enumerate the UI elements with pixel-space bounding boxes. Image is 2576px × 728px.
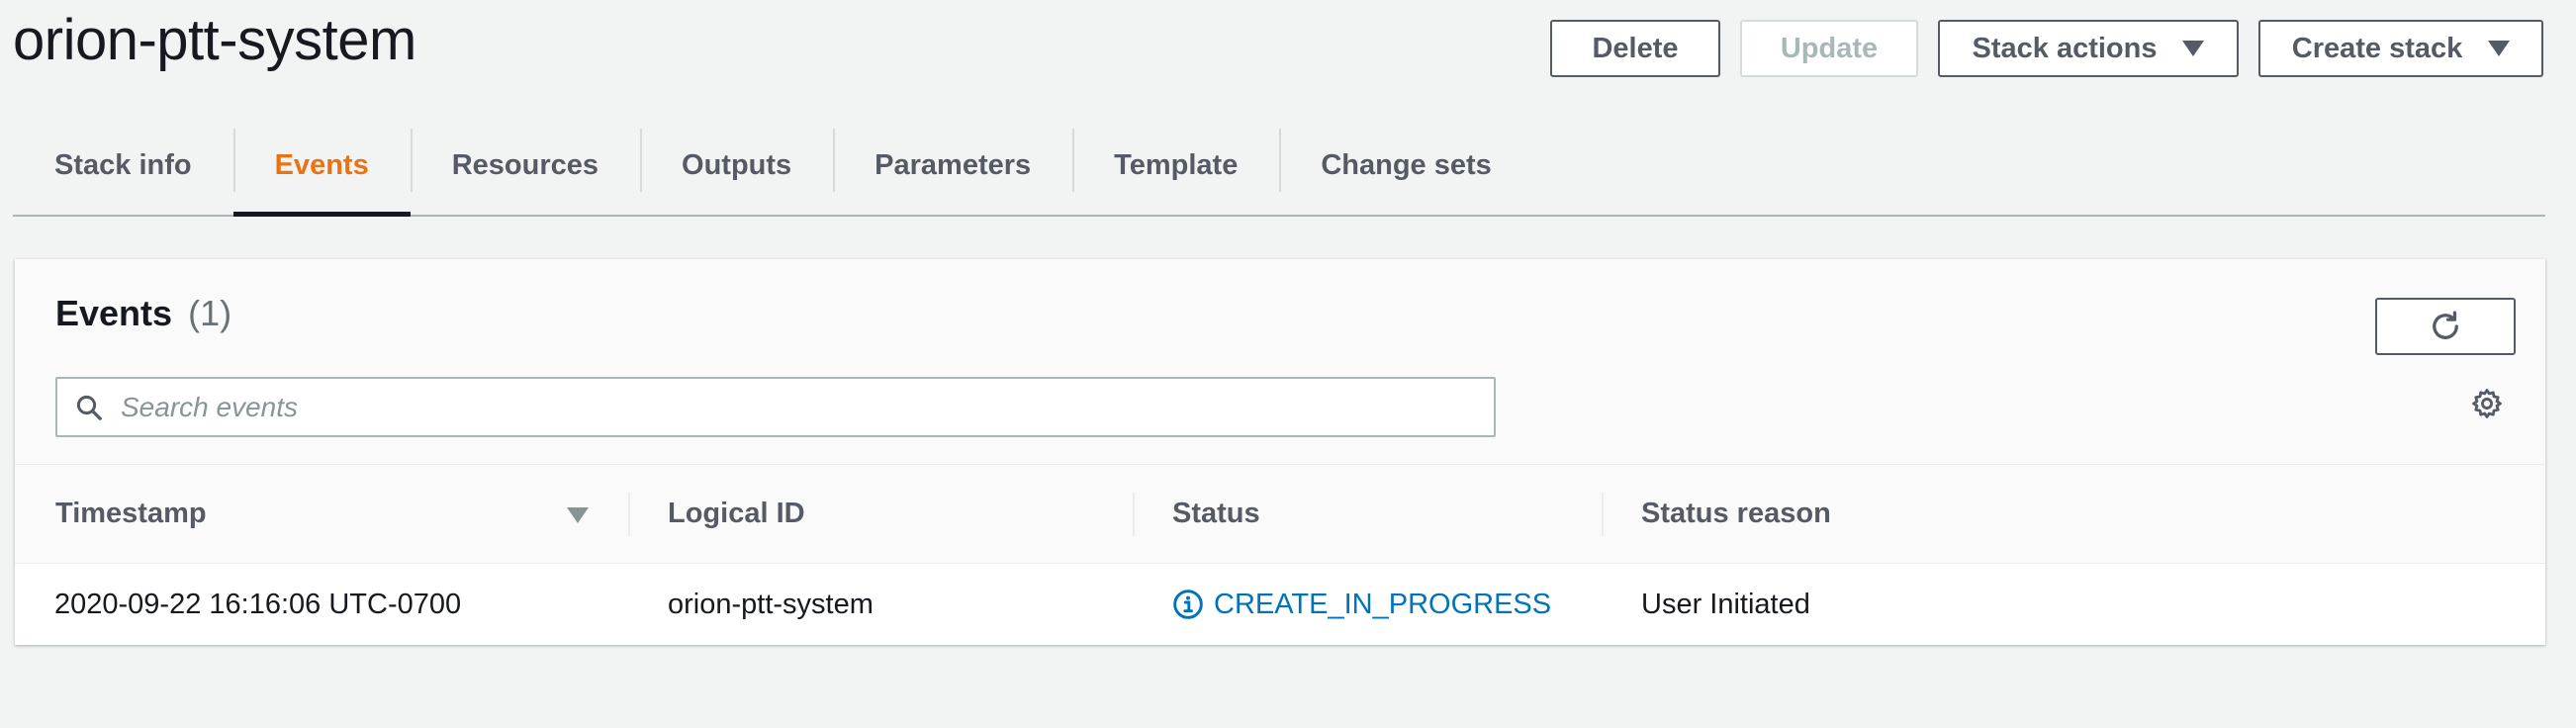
stack-actions-button[interactable]: Stack actions [1938, 20, 2239, 77]
events-table-header: Timestamp Logical ID Status Status reaso… [15, 465, 2545, 564]
events-panel: Events (1) Search events Timestamp Logic… [15, 259, 2545, 645]
info-icon [1172, 589, 1204, 620]
delete-button[interactable]: Delete [1550, 20, 1720, 77]
cell-logical-id: orion-ptt-system [668, 588, 874, 620]
events-title: Events (1) [55, 293, 231, 334]
events-title-label: Events [55, 293, 173, 333]
page-title: orion-ptt-system [13, 8, 416, 72]
tab-outputs[interactable]: Outputs [640, 117, 833, 215]
column-header-timestamp[interactable]: Timestamp [15, 465, 628, 563]
table-row: 2020-09-22 16:16:06 UTC-0700 orion-ptt-s… [15, 564, 2545, 645]
column-header-logical-id[interactable]: Logical ID [628, 465, 1133, 563]
refresh-icon [2433, 311, 2458, 339]
column-header-status-reason[interactable]: Status reason [1602, 465, 2545, 563]
status-link[interactable]: CREATE_IN_PROGRESS [1214, 589, 1551, 621]
search-icon [57, 393, 121, 422]
tab-resources[interactable]: Resources [410, 117, 640, 215]
search-input[interactable] [121, 379, 1494, 435]
tab-parameters[interactable]: Parameters [833, 117, 1072, 215]
sort-desc-icon[interactable] [567, 507, 589, 523]
stack-detail-page: orion-ptt-system Delete Update Stack act… [0, 0, 2576, 728]
cell-timestamp: 2020-09-22 16:16:06 UTC-0700 [54, 588, 462, 620]
create-stack-label: Create stack [2291, 32, 2463, 64]
column-label: Status [1172, 498, 1260, 529]
update-button[interactable]: Update [1740, 20, 1918, 77]
caret-down-icon [2182, 41, 2205, 56]
tab-bar: Stack info Events Resources Outputs Para… [13, 117, 2545, 217]
tab-events[interactable]: Events [232, 117, 411, 217]
column-header-status[interactable]: Status [1133, 465, 1602, 563]
caret-down-icon [2488, 41, 2511, 56]
cell-status: CREATE_IN_PROGRESS [1133, 564, 1602, 645]
refresh-button[interactable] [2375, 298, 2516, 355]
tab-template[interactable]: Template [1072, 117, 1279, 215]
tab-stack-info[interactable]: Stack info [13, 117, 233, 215]
events-count: (1) [188, 293, 232, 333]
header-actions: Delete Update Stack actions Create stack [1550, 20, 2543, 77]
events-panel-header: Events (1) [15, 259, 2545, 465]
column-label: Timestamp [55, 498, 207, 529]
create-stack-button[interactable]: Create stack [2258, 20, 2543, 77]
gear-icon[interactable] [2470, 387, 2504, 425]
column-label: Logical ID [668, 498, 805, 529]
search-field[interactable] [55, 377, 1496, 437]
tab-change-sets[interactable]: Change sets [1279, 117, 1532, 215]
stack-actions-label: Stack actions [1972, 32, 2158, 64]
cell-status-reason: User Initiated [1641, 588, 1810, 620]
column-label: Status reason [1641, 498, 1831, 529]
